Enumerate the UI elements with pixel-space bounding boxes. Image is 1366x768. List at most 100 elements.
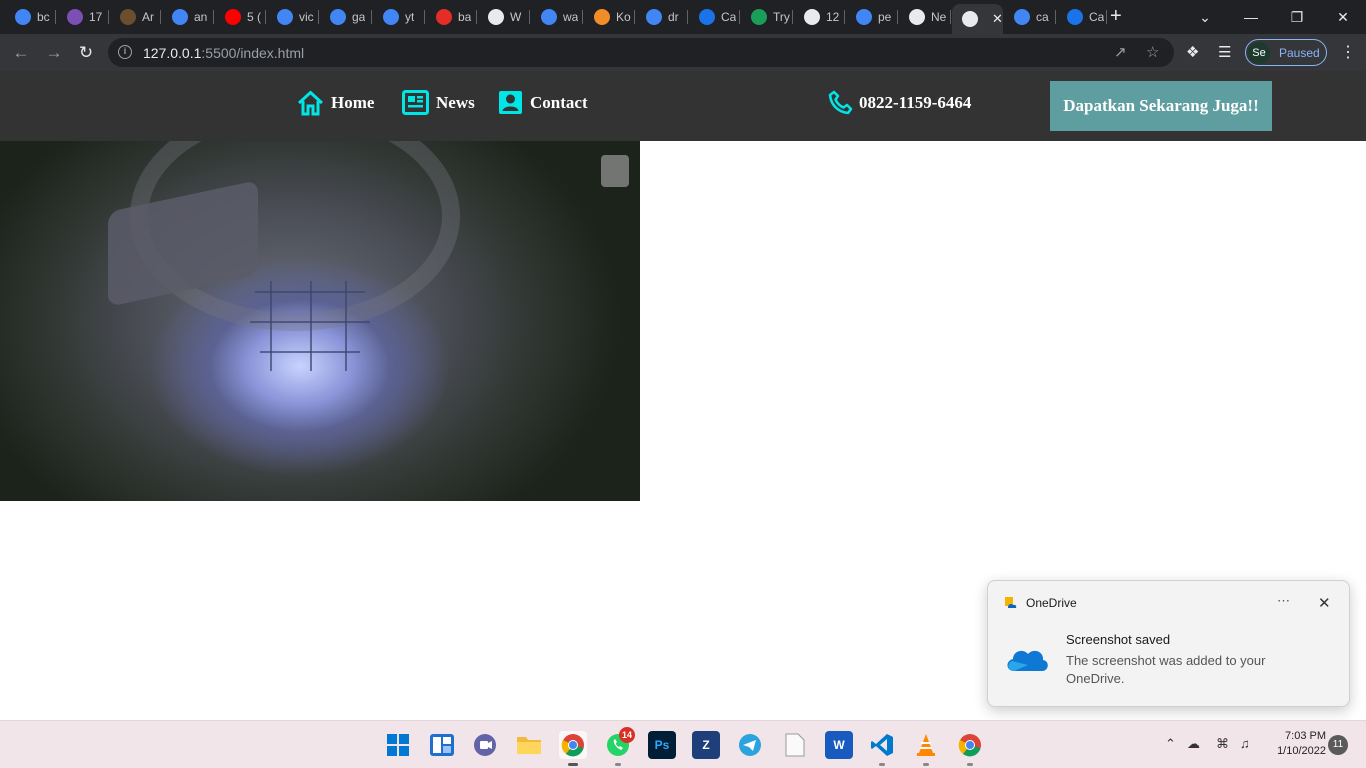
address-bar[interactable]: i 127.0.0.1:5500/index.html ↗ ☆: [108, 38, 1174, 67]
browser-tab[interactable]: yt: [373, 4, 425, 30]
phone-contact[interactable]: 0822-1159-6464: [828, 90, 971, 115]
show-hidden-icons-icon[interactable]: ⌃: [1165, 736, 1176, 752]
tab-label: Ca: [721, 10, 737, 24]
browser-tab[interactable]: Ko: [584, 4, 635, 30]
onedrive-small-icon: [1005, 597, 1017, 608]
browser-tab[interactable]: dr: [636, 4, 688, 30]
tab-search-button[interactable]: ⌄: [1182, 0, 1228, 34]
globe-icon: [804, 9, 820, 25]
browser-tab[interactable]: Ca: [1057, 4, 1107, 30]
browser-tab[interactable]: an: [162, 4, 214, 30]
newspaper-icon: [402, 90, 429, 115]
tab-separator: [476, 10, 477, 24]
vlc-icon[interactable]: [912, 731, 940, 766]
file-explorer-icon[interactable]: [515, 731, 543, 759]
start-windows-icon[interactable]: [384, 731, 412, 759]
volume-icon[interactable]: ♫: [1240, 736, 1250, 751]
forward-button[interactable]: →: [43, 42, 65, 64]
vscode-icon[interactable]: [868, 731, 896, 766]
toast-title: Screenshot saved: [1066, 632, 1171, 647]
browser-tab[interactable]: ba: [426, 4, 477, 30]
notification-count-badge[interactable]: 11: [1328, 735, 1348, 755]
google-icon: [541, 9, 557, 25]
tab-separator: [634, 10, 635, 24]
tab-label: ba: [458, 10, 472, 24]
tab-separator: [424, 10, 425, 24]
tab-label: 12: [826, 10, 840, 24]
tab-label: Ca: [1089, 10, 1105, 24]
browser-tab[interactable]: ca: [1004, 4, 1056, 30]
chart-icon: [699, 9, 715, 25]
c-icon: [1067, 9, 1083, 25]
tab-label: wa: [563, 10, 579, 24]
tab-separator: [687, 10, 688, 24]
onedrive-tray-icon[interactable]: ☁: [1187, 736, 1200, 752]
browser-tab[interactable]: Ar: [110, 4, 161, 30]
wifi-icon[interactable]: ⌘: [1216, 736, 1229, 752]
nav-contact[interactable]: Contact: [498, 90, 588, 115]
url-path: :5500/index.html: [201, 45, 305, 61]
profile-button[interactable]: Se Paused: [1245, 39, 1327, 66]
tab-label: Try: [773, 10, 790, 24]
tab-label: Ar: [142, 10, 154, 24]
close-tab-icon[interactable]: ✕: [992, 11, 1003, 27]
tab-separator: [1055, 10, 1056, 24]
browser-tab[interactable]: 17: [57, 4, 109, 30]
tab-label: Ne: [931, 10, 947, 24]
browser-tab[interactable]: W: [478, 4, 530, 30]
tab-separator: [265, 10, 266, 24]
tab-separator: [529, 10, 530, 24]
chrome-second-icon[interactable]: [956, 731, 984, 766]
back-button[interactable]: ←: [10, 42, 32, 64]
nav-home-label: Home: [331, 93, 375, 112]
phone-number: 0822-1159-6464: [859, 92, 972, 112]
close-icon[interactable]: ✕: [1318, 594, 1331, 612]
browser-tab[interactable]: pe: [846, 4, 898, 30]
globe-icon: [962, 11, 978, 27]
new-tab-button[interactable]: +: [1110, 5, 1122, 28]
chrome-taskbar-icon[interactable]: [559, 731, 587, 766]
browser-tab[interactable]: ga: [320, 4, 372, 30]
tab-separator: [897, 10, 898, 24]
bookmark-star-icon[interactable]: ☆: [1146, 43, 1159, 61]
zapya-icon[interactable]: Z: [692, 731, 720, 759]
site-info-icon[interactable]: i: [118, 45, 132, 59]
browser-tab[interactable]: ✕: [952, 4, 1003, 34]
browser-toolbar: ← → ↻ i 127.0.0.1:5500/index.html ↗ ☆ ❖ …: [0, 34, 1366, 71]
more-options-icon[interactable]: ⋯: [1277, 593, 1290, 609]
browser-tab[interactable]: bc: [5, 4, 56, 30]
widgets-icon[interactable]: [428, 731, 456, 759]
youtube-icon: [225, 9, 241, 25]
url-text[interactable]: 127.0.0.1:5500/index.html: [143, 45, 304, 61]
share-icon[interactable]: ↗: [1114, 43, 1127, 61]
browser-tab[interactable]: vic: [267, 4, 319, 30]
minimize-button[interactable]: —: [1228, 0, 1274, 34]
menu-kebab-icon[interactable]: ⋮: [1340, 42, 1356, 62]
browser-tab[interactable]: Ne: [899, 4, 951, 30]
profile-status: Paused: [1279, 45, 1320, 60]
browser-tab[interactable]: Ca: [689, 4, 740, 30]
browser-tab[interactable]: Try: [741, 4, 793, 30]
close-window-button[interactable]: ✕: [1320, 0, 1366, 34]
reload-button[interactable]: ↻: [75, 42, 97, 64]
media-queue-icon[interactable]: ☰: [1218, 43, 1231, 61]
nav-news[interactable]: News: [402, 90, 475, 115]
clock[interactable]: 7:03 PM 1/10/2022: [1262, 729, 1326, 759]
onedrive-toast[interactable]: OneDrive ⋯ ✕ Screenshot saved The screen…: [987, 580, 1350, 707]
word-icon[interactable]: W: [825, 731, 853, 759]
tab-separator: [739, 10, 740, 24]
teams-chat-icon[interactable]: [471, 731, 499, 759]
browser-tab[interactable]: 5 (: [215, 4, 266, 30]
restore-button[interactable]: ❐: [1274, 0, 1320, 34]
photoshop-icon[interactable]: Ps: [648, 731, 676, 759]
browser-tab[interactable]: wa: [531, 4, 583, 30]
notepad-file-icon[interactable]: [781, 731, 809, 759]
whatsapp-badge: 14: [619, 727, 635, 743]
telegram-icon[interactable]: [736, 731, 764, 759]
clock-time: 7:03 PM: [1285, 730, 1326, 742]
tab-separator: [1106, 10, 1107, 24]
get-now-button[interactable]: Dapatkan Sekarang Juga!!: [1050, 81, 1272, 131]
nav-home[interactable]: Home: [297, 90, 374, 116]
browser-tab[interactable]: 12: [794, 4, 845, 30]
extensions-puzzle-icon[interactable]: ❖: [1186, 43, 1199, 61]
